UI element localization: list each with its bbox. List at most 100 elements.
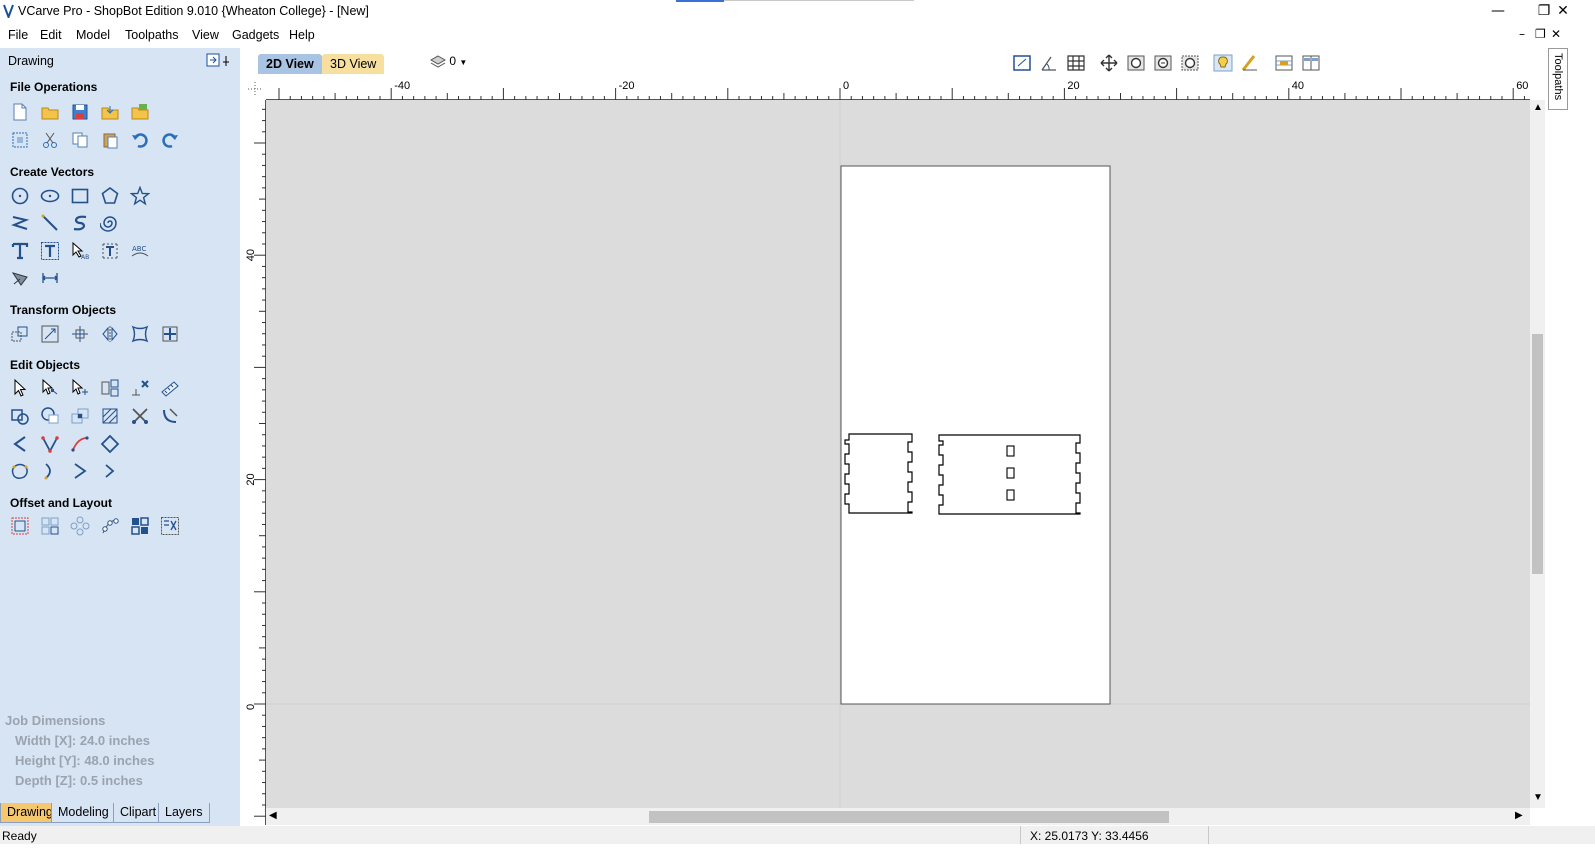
select-button[interactable]: [8, 376, 32, 400]
fillet-button[interactable]: [98, 404, 122, 428]
center-objects-button[interactable]: [68, 322, 92, 346]
horizontal-scrollbar[interactable]: ◀ ▶: [266, 808, 1530, 825]
draw-ellipse-button[interactable]: [38, 184, 62, 208]
show-toolpaths-button[interactable]: [1238, 52, 1262, 74]
draw-spiral-button[interactable]: [98, 211, 122, 235]
undo-button[interactable]: [128, 128, 152, 152]
copy-along-vector-button[interactable]: [98, 514, 122, 538]
mirror-button[interactable]: [98, 322, 122, 346]
nesting-button[interactable]: [128, 514, 152, 538]
save-file-button[interactable]: [68, 100, 92, 124]
menu-toolpaths[interactable]: Toolpaths: [125, 28, 179, 42]
dogbone-button[interactable]: [158, 404, 182, 428]
move-button[interactable]: [8, 322, 32, 346]
transform-select-button[interactable]: [68, 376, 92, 400]
panel-pin-icon[interactable]: [206, 53, 236, 67]
menu-help[interactable]: Help: [289, 28, 315, 42]
layout-columns-button[interactable]: [1299, 52, 1323, 74]
auto-layout-button[interactable]: [158, 514, 182, 538]
toolpaths-panel-toggle[interactable]: Toolpaths: [1548, 48, 1568, 110]
distort-button[interactable]: [128, 322, 152, 346]
arc-node-button[interactable]: [38, 459, 62, 483]
tab-2d-view[interactable]: 2D View: [258, 54, 322, 74]
draw-bitmap-button[interactable]: [8, 266, 32, 290]
grid-toggle-button[interactable]: [1064, 52, 1088, 74]
menu-edit[interactable]: Edit: [40, 28, 62, 42]
menu-view[interactable]: View: [192, 28, 219, 42]
menu-file[interactable]: File: [8, 28, 28, 42]
menu-model[interactable]: Model: [76, 28, 110, 42]
smart-smooth-button[interactable]: [98, 432, 122, 456]
weld-button[interactable]: [8, 404, 32, 428]
new-file-button[interactable]: [8, 100, 32, 124]
close-vectors-button[interactable]: [38, 432, 62, 456]
auto-layout-text-button[interactable]: [38, 239, 62, 263]
draw-curve-button[interactable]: [68, 211, 92, 235]
mdi-restore-button[interactable]: ❐: [1535, 27, 1546, 41]
copy-button[interactable]: [68, 128, 92, 152]
draw-text-button[interactable]: [8, 239, 32, 263]
text-arc-button[interactable]: [98, 239, 122, 263]
import-vectors-button[interactable]: [98, 100, 122, 124]
show-vectors-button[interactable]: [1211, 52, 1235, 74]
zoom-extents-button[interactable]: [1010, 52, 1034, 74]
menu-gadgets[interactable]: Gadgets: [232, 28, 279, 42]
scroll-up-icon[interactable]: ▲: [1533, 102, 1543, 113]
open-file-button[interactable]: [38, 100, 62, 124]
drawing-canvas[interactable]: [266, 100, 1530, 808]
scroll-right-icon[interactable]: ▶: [1515, 810, 1523, 821]
ruler-corner[interactable]: [244, 78, 266, 100]
draw-circle-button[interactable]: [8, 184, 32, 208]
break-node-button[interactable]: [98, 459, 122, 483]
view-angle-button[interactable]: [1037, 52, 1061, 74]
offset-button[interactable]: [8, 514, 32, 538]
join-vectors-button[interactable]: [8, 432, 32, 456]
subtract-button[interactable]: [38, 404, 62, 428]
delete-select-button[interactable]: [128, 376, 152, 400]
trim-button[interactable]: [128, 404, 152, 428]
measure-button[interactable]: [158, 376, 182, 400]
align-button[interactable]: [38, 322, 62, 346]
transform-center-button[interactable]: [158, 322, 182, 346]
mdi-close-button[interactable]: ✕: [1551, 27, 1561, 41]
minimize-button[interactable]: —: [1475, 0, 1521, 24]
scroll-left-icon[interactable]: ◀: [269, 810, 277, 821]
vertical-scrollbar[interactable]: ▲ ▼: [1530, 100, 1545, 808]
mdi-minimize-button[interactable]: –: [1519, 27, 1525, 41]
circular-array-button[interactable]: [68, 514, 92, 538]
layout-split-button[interactable]: [1272, 52, 1296, 74]
redo-button[interactable]: [158, 128, 182, 152]
vertical-scroll-thumb[interactable]: [1532, 334, 1543, 574]
extend-vector-button[interactable]: [68, 459, 92, 483]
tab-layers[interactable]: Layers: [158, 803, 210, 823]
curve-fit-button[interactable]: [68, 432, 92, 456]
draw-star-button[interactable]: [128, 184, 152, 208]
job-setup-button[interactable]: [8, 128, 32, 152]
horizontal-scroll-thumb[interactable]: [649, 811, 1169, 823]
draw-polygon-button[interactable]: [98, 184, 122, 208]
import-bitmap-button[interactable]: [128, 100, 152, 124]
interactive-select-button[interactable]: [98, 376, 122, 400]
offset-vectors-button[interactable]: [8, 459, 32, 483]
layer-selector[interactable]: 0 ▼: [429, 54, 467, 72]
intersect-button[interactable]: [68, 404, 92, 428]
pan-button[interactable]: [1097, 52, 1121, 74]
tab-clipart[interactable]: Clipart: [113, 803, 164, 823]
paste-button[interactable]: [98, 128, 122, 152]
tab-3d-view[interactable]: 3D View: [322, 54, 385, 74]
close-button[interactable]: ✕: [1543, 0, 1583, 24]
zoom-selected-button[interactable]: [1178, 52, 1202, 74]
draw-line-button[interactable]: [38, 211, 62, 235]
cut-button[interactable]: [38, 128, 62, 152]
tab-modeling[interactable]: Modeling: [51, 803, 116, 823]
draw-polyline-button[interactable]: [8, 211, 32, 235]
fillet-corners-button[interactable]: [38, 514, 62, 538]
zoom-in-button[interactable]: [1124, 52, 1148, 74]
warp-text-button[interactable]: ABC: [128, 239, 152, 263]
scroll-down-icon[interactable]: ▼: [1533, 792, 1543, 803]
zoom-out-button[interactable]: [1151, 52, 1175, 74]
draw-rectangle-button[interactable]: [68, 184, 92, 208]
dimensions-button[interactable]: [38, 266, 62, 290]
text-on-curve-button[interactable]: AB: [68, 239, 92, 263]
node-edit-button[interactable]: [38, 376, 62, 400]
